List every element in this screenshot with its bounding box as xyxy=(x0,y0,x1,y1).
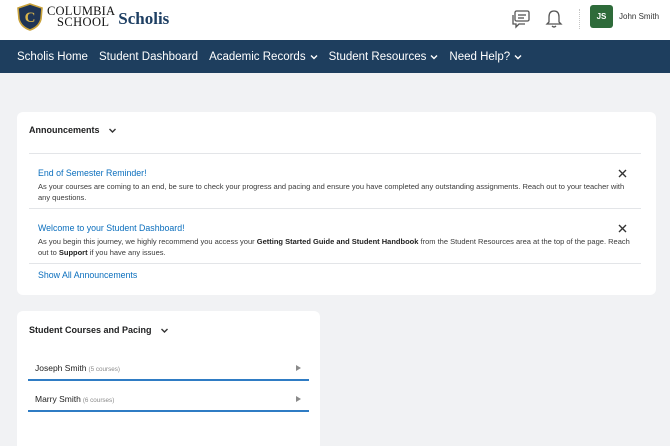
top-bar: C COLUMBIA SCHOOL Scholis JS John Smith xyxy=(0,0,670,40)
handbook-text: Getting Started Guide and Student Handbo… xyxy=(256,237,419,246)
divider xyxy=(29,263,641,264)
close-icon[interactable] xyxy=(618,224,627,233)
bell-icon[interactable] xyxy=(543,8,565,30)
user-name[interactable]: John Smith xyxy=(619,12,659,21)
expand-arrow-icon[interactable] xyxy=(296,396,301,402)
nav-item-label: Student Dashboard xyxy=(98,50,199,63)
student-row[interactable]: Marry Smith (6 courses) xyxy=(28,388,309,412)
school-crest-icon: C xyxy=(17,3,43,31)
student-name-text: Marry Smith xyxy=(35,394,81,404)
announcements-heading: Announcements xyxy=(29,125,100,135)
nav-item-label: Academic Records xyxy=(209,50,306,63)
main-nav: Scholis Home Student Dashboard Academic … xyxy=(0,40,670,73)
avatar[interactable]: JS xyxy=(590,5,613,28)
chevron-down-icon xyxy=(160,328,168,333)
body-text: As you begin this journey, we highly rec… xyxy=(38,237,257,246)
chevron-down-icon xyxy=(310,54,318,59)
nav-item-label: Need Help? xyxy=(449,50,511,63)
support-text: Support xyxy=(58,247,88,257)
chevron-down-icon xyxy=(108,128,116,133)
nav-item-scholis-home[interactable]: Scholis Home xyxy=(17,51,88,63)
nav-item-academic-records[interactable]: Academic Records xyxy=(209,51,318,63)
course-count: (6 courses) xyxy=(82,397,115,404)
chat-icon[interactable] xyxy=(510,8,532,30)
nav-item-label: Student Resources xyxy=(328,50,427,63)
announcements-header[interactable]: Announcements xyxy=(29,125,117,135)
expand-arrow-icon[interactable] xyxy=(296,365,301,371)
student-name: Joseph Smith (5 courses) xyxy=(35,363,120,373)
school-name-line2: SCHOOL xyxy=(57,15,110,29)
school-logo[interactable]: C COLUMBIA SCHOOL Scholis xyxy=(16,3,169,31)
student-name: Marry Smith (6 courses) xyxy=(35,394,114,404)
chevron-down-icon xyxy=(430,54,438,59)
student-row[interactable]: Joseph Smith (5 courses) xyxy=(28,357,309,381)
courses-header[interactable]: Student Courses and Pacing xyxy=(29,325,169,335)
nav-item-student-dashboard[interactable]: Student Dashboard xyxy=(99,51,198,63)
announcement-body: As your courses are coming to an end, be… xyxy=(38,182,625,202)
nav-item-need-help[interactable]: Need Help? xyxy=(449,51,522,63)
divider xyxy=(29,153,641,154)
close-icon[interactable] xyxy=(618,169,627,178)
courses-heading: Student Courses and Pacing xyxy=(29,325,152,335)
divider xyxy=(29,208,641,209)
announcements-card: Announcements End of Semester Reminder! … xyxy=(17,112,656,295)
course-count: (5 courses) xyxy=(88,366,121,373)
chevron-down-icon xyxy=(514,54,522,59)
announcement-body: As you begin this journey, we highly rec… xyxy=(38,237,630,258)
nav-item-student-resources[interactable]: Student Resources xyxy=(329,51,439,63)
school-name: COLUMBIA SCHOOL xyxy=(47,5,115,29)
svg-text:C: C xyxy=(25,10,36,26)
brand-name: Scholis xyxy=(118,9,170,28)
announcement-title[interactable]: Welcome to your Student Dashboard! xyxy=(38,223,185,233)
announcement-title[interactable]: End of Semester Reminder! xyxy=(38,168,147,178)
student-name-text: Joseph Smith xyxy=(35,363,87,373)
nav-item-label: Scholis Home xyxy=(17,50,88,63)
courses-card: Student Courses and Pacing Joseph Smith(… xyxy=(17,311,320,446)
body-text: if you have any issues. xyxy=(87,247,166,257)
show-all-announcements-link[interactable]: Show All Announcements xyxy=(38,270,137,280)
header-divider xyxy=(579,9,580,29)
